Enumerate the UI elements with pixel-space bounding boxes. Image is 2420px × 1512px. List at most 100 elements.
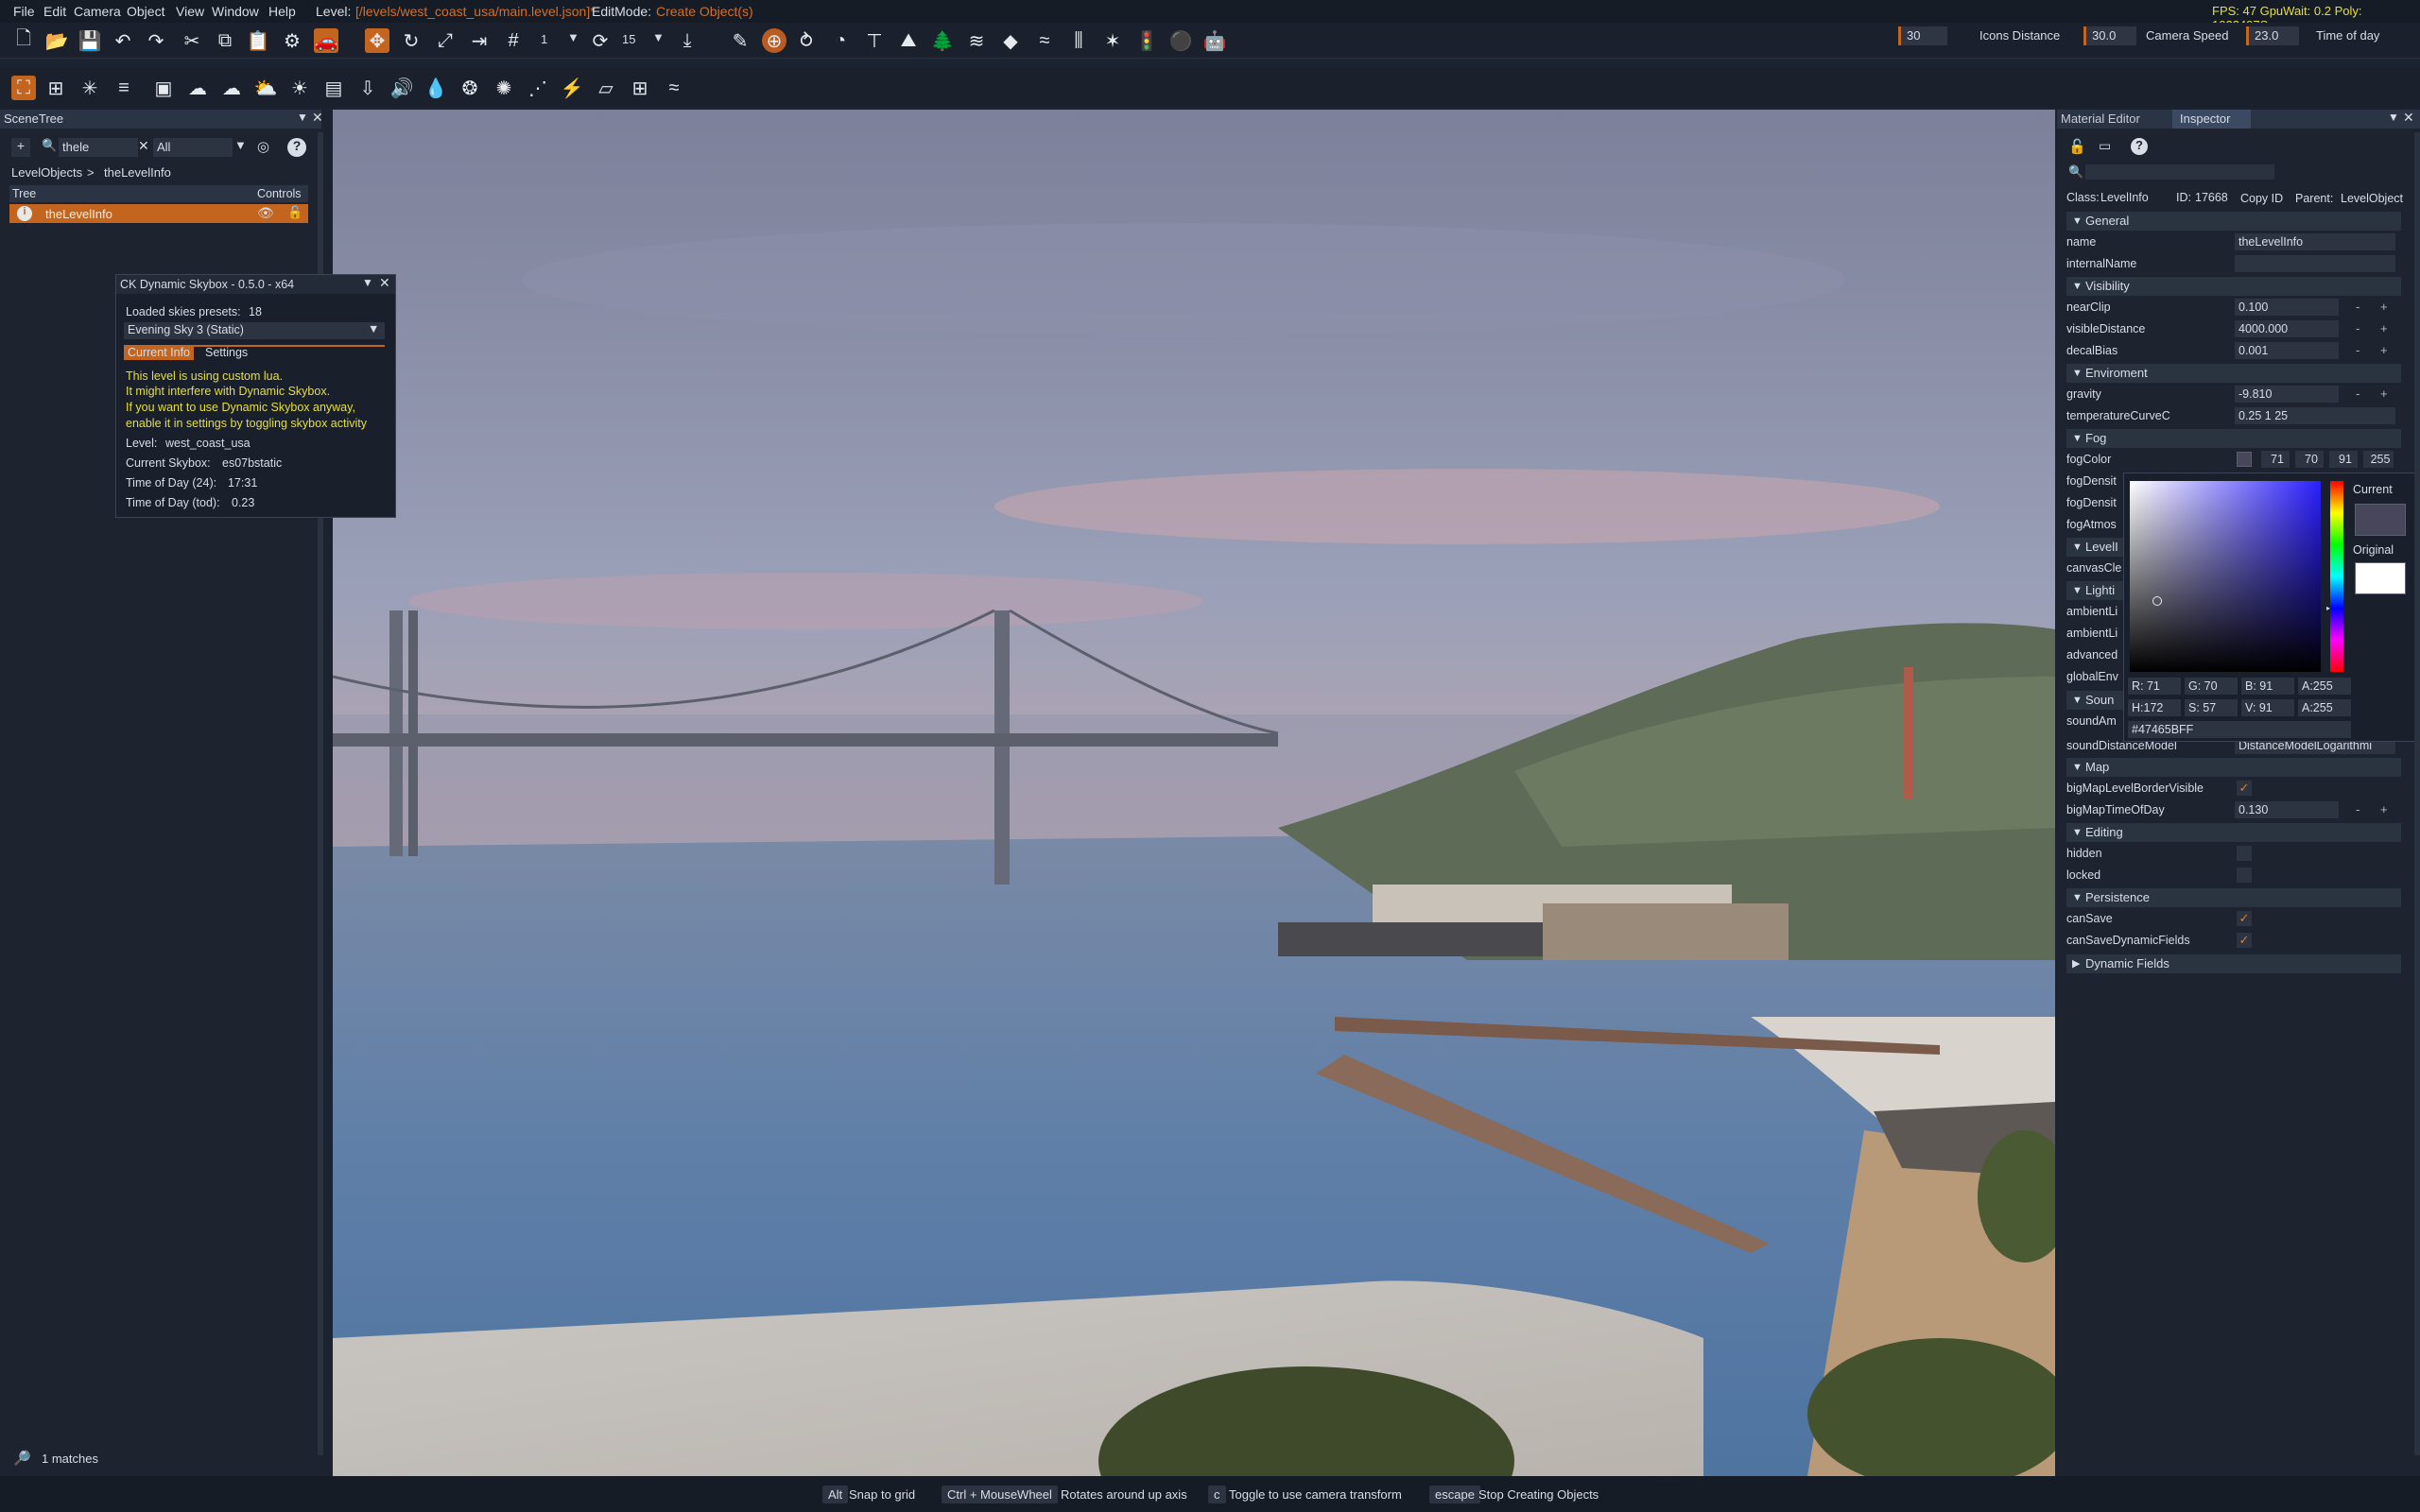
field-gravity-input[interactable]: -9.810 <box>2235 386 2339 403</box>
paint-roller-icon[interactable]: ⊤ <box>862 28 887 53</box>
bigmaptimeofday-minus[interactable]: - <box>2356 802 2360 816</box>
rotate-snap-value[interactable]: 15 <box>622 32 635 46</box>
field-bigmaptimeofday-input[interactable]: 0.130 <box>2235 801 2339 818</box>
skybox-titlebar[interactable]: CK Dynamic Skybox - 0.5.0 - x64 ▼ ✕ <box>116 275 395 294</box>
camera-speed-input[interactable]: 30.0 <box>2083 26 2136 45</box>
3d-viewport[interactable] <box>333 110 2055 1476</box>
icons-distance-input[interactable]: 30 <box>1898 26 1947 45</box>
cansave-checkbox[interactable]: ✓ <box>2237 911 2252 926</box>
water-drops-icon[interactable]: 💧 <box>424 76 448 100</box>
tab-inspector[interactable]: Inspector <box>2172 110 2252 129</box>
add-group-icon[interactable]: ≡ <box>112 76 136 100</box>
picker-r-input[interactable]: R: 71 <box>2128 678 2181 695</box>
visibility-eye-icon[interactable]: 👁 <box>257 205 274 221</box>
section-dynamic-fields[interactable]: ▶ Dynamic Fields <box>2066 954 2401 973</box>
bigmaptimeofday-plus[interactable]: + <box>2380 802 2388 816</box>
inspector-search-input[interactable] <box>2085 164 2274 180</box>
section-sound[interactable]: ▼ Soun <box>2066 691 2123 710</box>
menu-window[interactable]: Window <box>212 4 259 19</box>
add-object-icon[interactable]: ⊞ <box>43 76 68 100</box>
dock-icon[interactable]: ▼ <box>2388 111 2399 124</box>
point-light-icon[interactable]: ✺ <box>492 76 516 100</box>
image-icon[interactable]: ▣ <box>151 76 176 100</box>
grid-icon[interactable]: ⊞ <box>628 76 652 100</box>
collapse-icon[interactable]: ▼ <box>362 276 373 289</box>
decalbias-minus[interactable]: - <box>2356 343 2360 357</box>
cloud-icon[interactable]: ☁ <box>219 76 244 100</box>
dock-icon[interactable]: ▼ <box>297 111 308 124</box>
hue-slider-handle[interactable]: ▸ <box>2326 604 2330 612</box>
spot-light-icon[interactable]: ⋰ <box>526 76 550 100</box>
translate-icon[interactable]: ✥ <box>365 28 389 53</box>
time-of-day-input[interactable]: 23.0 <box>2246 26 2299 45</box>
menu-view[interactable]: View <box>176 4 204 19</box>
ground-plane-icon[interactable]: ⏥ <box>594 76 618 100</box>
picker-a2-input[interactable]: A:255 <box>2298 699 2351 716</box>
hidden-checkbox[interactable] <box>2237 846 2252 861</box>
inspector-scrollbar[interactable] <box>2414 132 2420 1455</box>
close-icon[interactable]: ✕ <box>312 110 323 126</box>
picker-h-input[interactable]: H:172 <box>2128 699 2181 716</box>
wand-icon[interactable]: ⚡ <box>560 76 584 100</box>
paste-icon[interactable]: 📋 <box>246 28 270 53</box>
picker-v-input[interactable]: V: 91 <box>2241 699 2294 716</box>
fogcolor-swatch[interactable] <box>2237 452 2252 467</box>
sun-icon[interactable]: ☀ <box>287 76 312 100</box>
section-visibility[interactable]: ▼ Visibility <box>2066 277 2401 296</box>
grid-value[interactable]: 1 <box>541 32 547 46</box>
road-editor-icon[interactable]: ⫼ <box>1066 28 1091 53</box>
clouds-icon[interactable]: ☁ <box>185 76 210 100</box>
particles-icon[interactable]: ✳ <box>78 76 102 100</box>
field-name-input[interactable]: theLevelInfo <box>2235 233 2395 250</box>
picker-b-input[interactable]: B: 91 <box>2241 678 2294 695</box>
help-icon[interactable]: ? <box>287 138 306 157</box>
preset-dropdown-icon[interactable]: ▼ <box>368 322 379 335</box>
forest-icon[interactable]: 🌲 <box>930 28 955 53</box>
fogcolor-r[interactable]: 71 <box>2261 451 2290 468</box>
saturation-value-area[interactable] <box>2130 481 2321 672</box>
weather-icon[interactable]: ⛅ <box>253 76 278 100</box>
waterplane-icon[interactable]: ▤ <box>321 76 346 100</box>
visibledistance-minus[interactable]: - <box>2356 321 2360 335</box>
help-icon[interactable]: ? <box>2131 138 2148 155</box>
rotate-snap-icon[interactable]: ⟳ <box>588 28 613 53</box>
filter-dropdown-icon[interactable]: ▼ <box>234 138 247 152</box>
undo-icon[interactable]: ↶ <box>111 28 135 53</box>
robot-icon[interactable]: 🤖 <box>1202 28 1227 53</box>
picker-s-input[interactable]: S: 57 <box>2185 699 2238 716</box>
pencil-icon[interactable]: ✎ <box>728 28 752 53</box>
menu-camera[interactable]: Camera <box>74 4 121 19</box>
rotate-snap-dropdown-icon[interactable]: ▼ <box>652 30 665 44</box>
copy-id-button[interactable]: Copy ID <box>2240 192 2283 205</box>
navigation-icon[interactable]: ✶ <box>1100 28 1125 53</box>
close-icon[interactable]: ✕ <box>379 275 390 291</box>
cansavedynamic-checkbox[interactable]: ✓ <box>2237 933 2252 948</box>
close-icon[interactable]: ✕ <box>2403 110 2414 126</box>
hue-slider[interactable] <box>2330 481 2343 672</box>
drop-to-ground-icon[interactable]: ⤓ <box>675 28 700 53</box>
menu-object[interactable]: Object <box>127 4 164 19</box>
section-map[interactable]: ▼ Map <box>2066 758 2401 777</box>
new-file-icon[interactable]: 🗋 <box>11 28 36 53</box>
section-enviroment[interactable]: ▼ Enviroment <box>2066 364 2401 383</box>
cut-icon[interactable]: ✂ <box>180 28 204 53</box>
spawn-icon[interactable]: ⇩ <box>355 76 380 100</box>
clear-search-icon[interactable]: ✕ <box>138 138 151 157</box>
grid-dropdown-icon[interactable]: ▼ <box>567 30 579 44</box>
breadcrumb-root[interactable]: LevelObjects <box>11 165 82 180</box>
picker-hex-input[interactable]: #47465BFF <box>2128 721 2351 738</box>
section-fog[interactable]: ▼ Fog <box>2066 429 2401 448</box>
tab-material-editor[interactable]: Material Editor <box>2061 112 2140 126</box>
section-editing[interactable]: ▼ Editing <box>2066 823 2401 842</box>
nearclip-minus[interactable]: - <box>2356 300 2360 314</box>
traffic-light-icon[interactable]: 🚦 <box>1134 28 1159 53</box>
road-icon[interactable]: ⥁ <box>794 28 819 53</box>
tree-row-thelevelinfo[interactable]: i theLevelInfo 👁 🔓 <box>9 204 308 223</box>
gravity-minus[interactable]: - <box>2356 387 2360 401</box>
field-visibledistance-input[interactable]: 4000.000 <box>2235 320 2339 337</box>
tab-current-info[interactable]: Current Info <box>124 345 195 360</box>
sv-cursor[interactable] <box>2152 596 2162 606</box>
river-icon[interactable]: ≈ <box>1032 28 1057 53</box>
scenetree-filter-select[interactable]: All <box>153 138 233 157</box>
preset-select[interactable]: Evening Sky 3 (Static) ▼ <box>124 322 385 339</box>
